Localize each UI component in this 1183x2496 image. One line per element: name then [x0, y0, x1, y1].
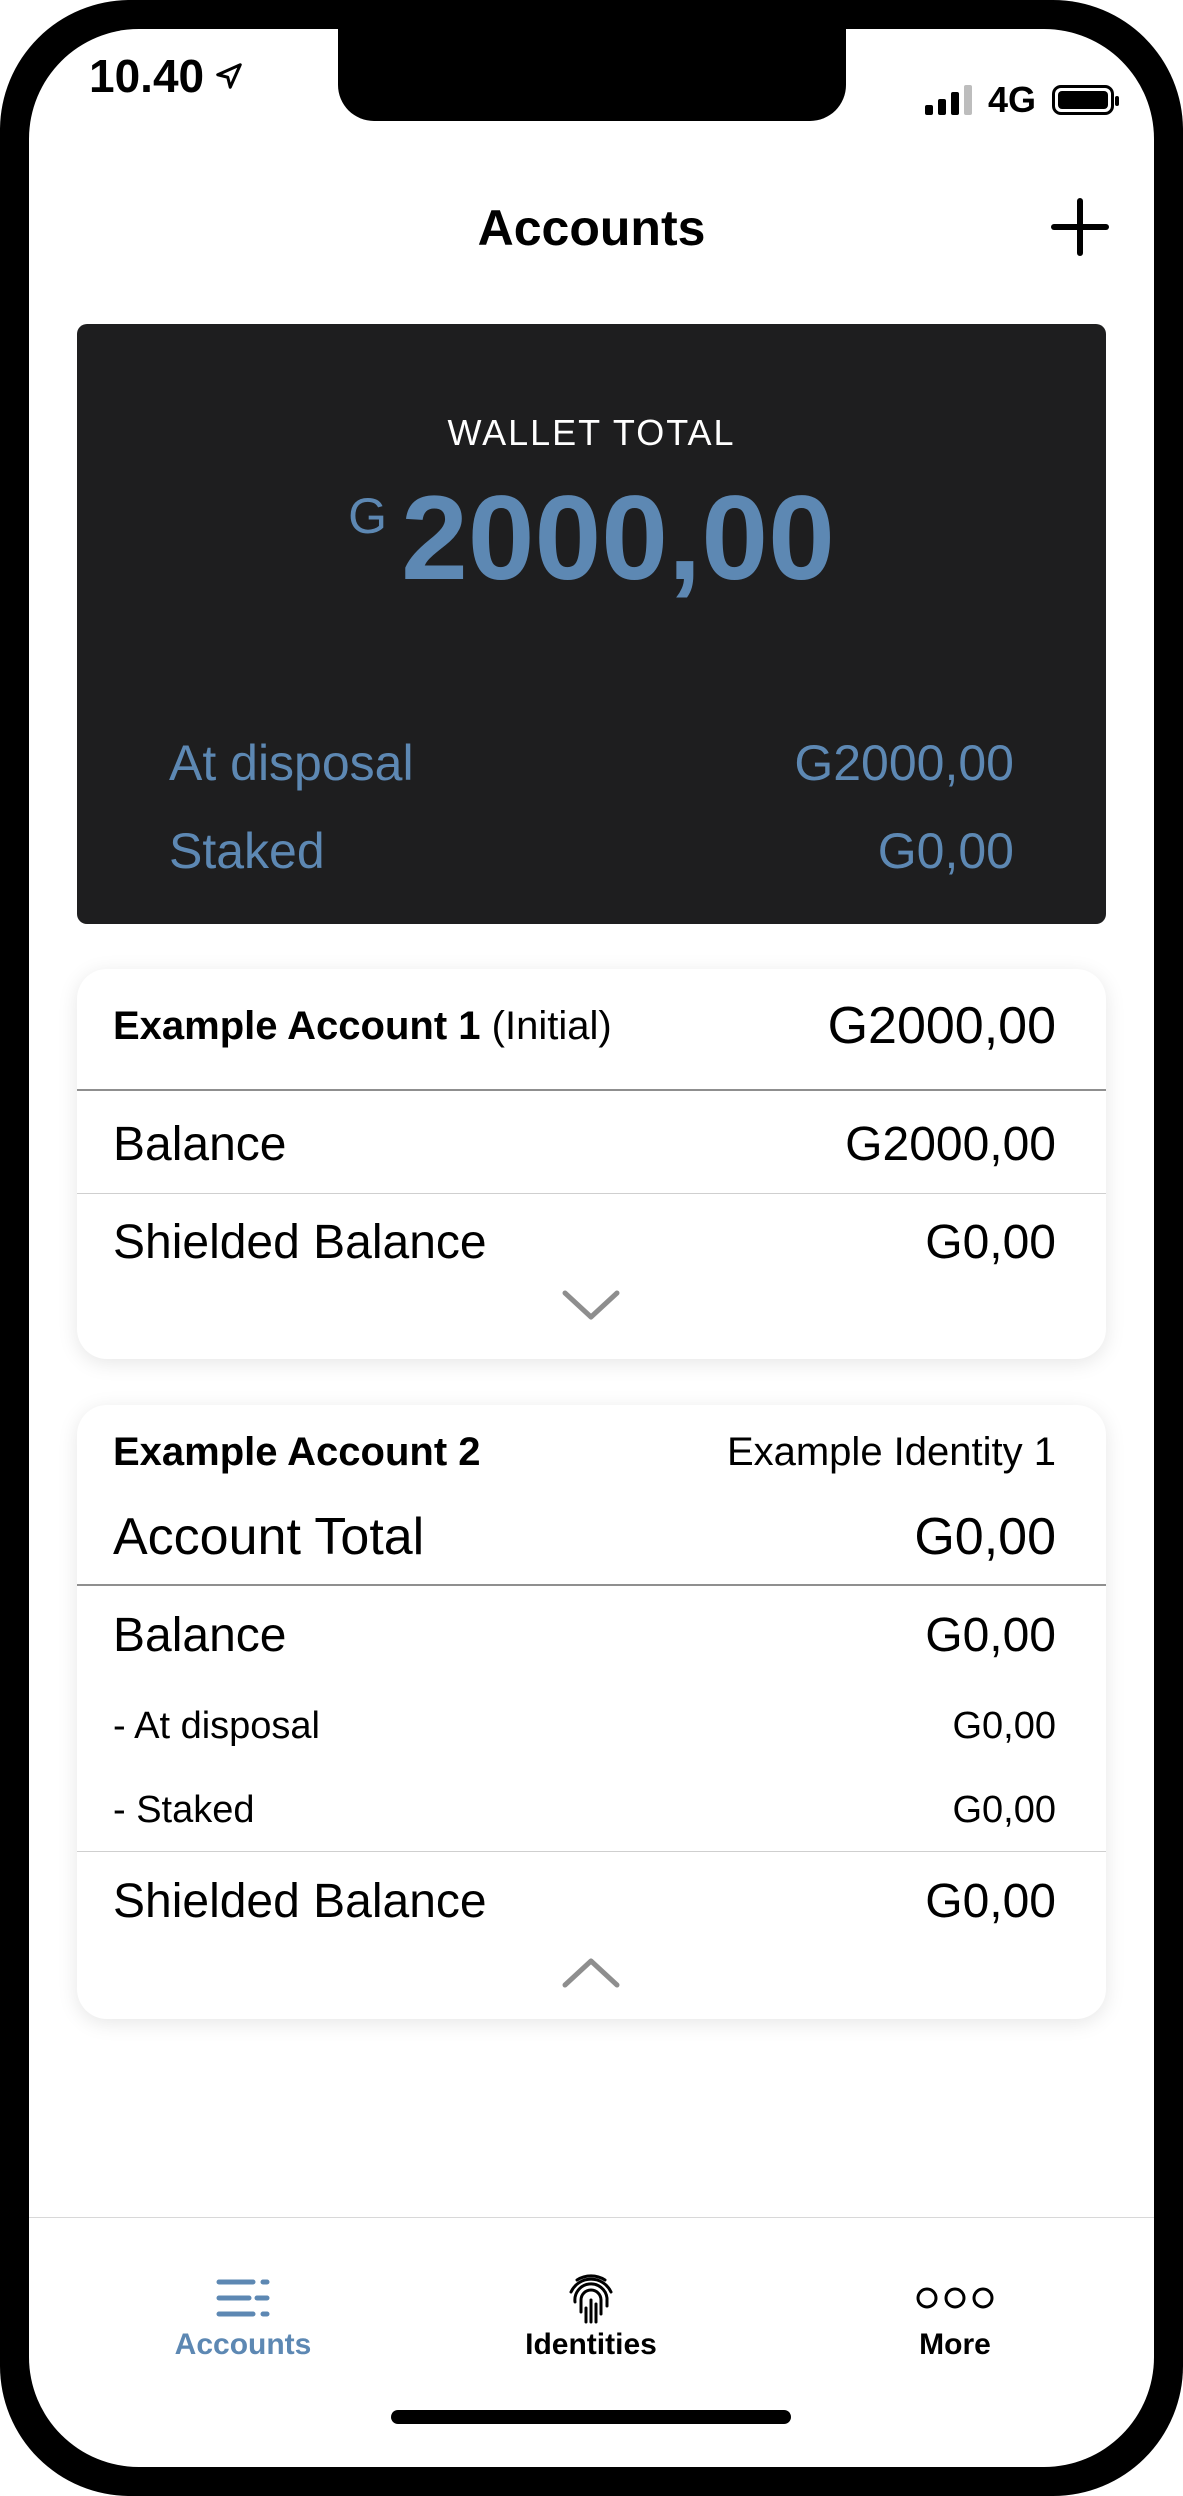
wallet-at-disposal-value: G2000,00: [794, 735, 1014, 791]
account-2-balance-row: Balance G0,00: [113, 1605, 1056, 1665]
account-2-header: Example Account 2 Example Identity 1: [113, 1427, 1056, 1477]
status-time-text: 10.40: [89, 50, 205, 102]
account-2-staked-label: - Staked: [113, 1788, 255, 1831]
wallet-total-amount: G 2000,00: [77, 469, 1106, 607]
tab-more-label: More: [919, 2328, 991, 2361]
account-1-shielded-label: Shielded Balance: [113, 1215, 487, 1269]
account-2-at-disposal-value: G0,00: [952, 1704, 1056, 1747]
battery-icon: [1052, 85, 1119, 115]
network-type: 4G: [987, 79, 1036, 120]
divider: [77, 1584, 1106, 1586]
wallet-staked-value: G0,00: [877, 823, 1014, 879]
account-1-name: Example Account 1: [113, 1003, 481, 1048]
device-notch: [338, 29, 846, 121]
account-2-name: Example Account 2: [113, 1429, 481, 1474]
app-screen: 10.40 4G Accounts WALLET TOTAL G2000,00: [29, 29, 1154, 2467]
account-2-at-disposal-row: - At disposal G0,00: [113, 1703, 1056, 1749]
page-title: Accounts: [477, 200, 706, 256]
account-2-staked-value: G0,00: [952, 1788, 1056, 1831]
chevron-down-icon[interactable]: [561, 1287, 621, 1323]
account-card-2[interactable]: Example Account 2 Example Identity 1 Acc…: [77, 1405, 1106, 2019]
chevron-up-icon[interactable]: [561, 1955, 621, 1991]
home-indicator[interactable]: [391, 2410, 791, 2424]
more-dots-icon: [916, 2287, 994, 2309]
account-1-balance-label: Balance: [113, 1117, 287, 1171]
currency-symbol: G: [348, 488, 388, 544]
fingerprint-icon: [569, 2274, 613, 2324]
account-2-total-row: Account Total G0,00: [113, 1507, 1056, 1567]
accounts-list-icon: [216, 2279, 270, 2317]
wallet-at-disposal-label: At disposal: [169, 735, 414, 791]
status-time: 10.40: [89, 49, 244, 103]
account-1-title: Example Account 1 (Initial): [113, 1004, 612, 1049]
account-1-total: G2000,00: [827, 997, 1056, 1055]
account-2-total-label: Account Total: [113, 1508, 425, 1566]
wallet-staked-row: Staked G0,00: [169, 822, 1014, 880]
account-card-1[interactable]: Example Account 1 (Initial) G2000,00 Bal…: [77, 969, 1106, 1359]
account-2-shielded-row: Shielded Balance G0,00: [113, 1871, 1056, 1931]
account-2-at-disposal-label: - At disposal: [113, 1704, 320, 1747]
account-1-shielded-value: G0,00: [925, 1215, 1056, 1269]
divider: [77, 1089, 1106, 1091]
status-indicators: 4G: [924, 79, 1119, 121]
wallet-staked-label: Staked: [169, 823, 325, 879]
add-account-button[interactable]: [1050, 197, 1110, 257]
account-1-shielded-row: Shielded Balance G0,00: [113, 1212, 1056, 1272]
account-1-balance-value: G2000,00: [845, 1117, 1056, 1171]
account-2-staked-row: - Staked G0,00: [113, 1787, 1056, 1833]
account-1-header: Example Account 1 (Initial) G2000,00: [113, 997, 1056, 1055]
account-2-balance-value: G0,00: [925, 1608, 1056, 1662]
wallet-total-card[interactable]: WALLET TOTAL G 2000,00 At disposal G2000,…: [77, 324, 1106, 924]
tab-identities-label: Identities: [525, 2328, 657, 2361]
account-1-tag: (Initial): [491, 1003, 612, 1048]
wallet-total-label: WALLET TOTAL: [447, 412, 736, 453]
account-2-identity: Example Identity 1: [726, 1429, 1056, 1474]
signal-icon: [924, 85, 972, 115]
phone-frame: 10.40 4G Accounts WALLET TOTAL G2000,00: [0, 0, 1183, 2496]
wallet-at-disposal-row: At disposal G2000,00: [169, 734, 1014, 792]
account-2-shielded-label: Shielded Balance: [113, 1874, 487, 1928]
account-1-balance-row: Balance G2000,00: [113, 1114, 1056, 1174]
location-arrow-icon: [216, 63, 242, 89]
wallet-total-value: 2000,00: [401, 471, 835, 605]
tab-accounts-label: Accounts: [174, 2328, 312, 2361]
account-2-balance-label: Balance: [113, 1608, 287, 1662]
divider: [77, 1851, 1106, 1852]
plus-icon: [1051, 198, 1109, 256]
account-2-shielded-value: G0,00: [925, 1874, 1056, 1928]
account-2-total-value: G0,00: [914, 1508, 1056, 1566]
bottom-tab-bar: Accounts Identities More: [29, 2217, 1154, 2467]
divider: [77, 1193, 1106, 1194]
